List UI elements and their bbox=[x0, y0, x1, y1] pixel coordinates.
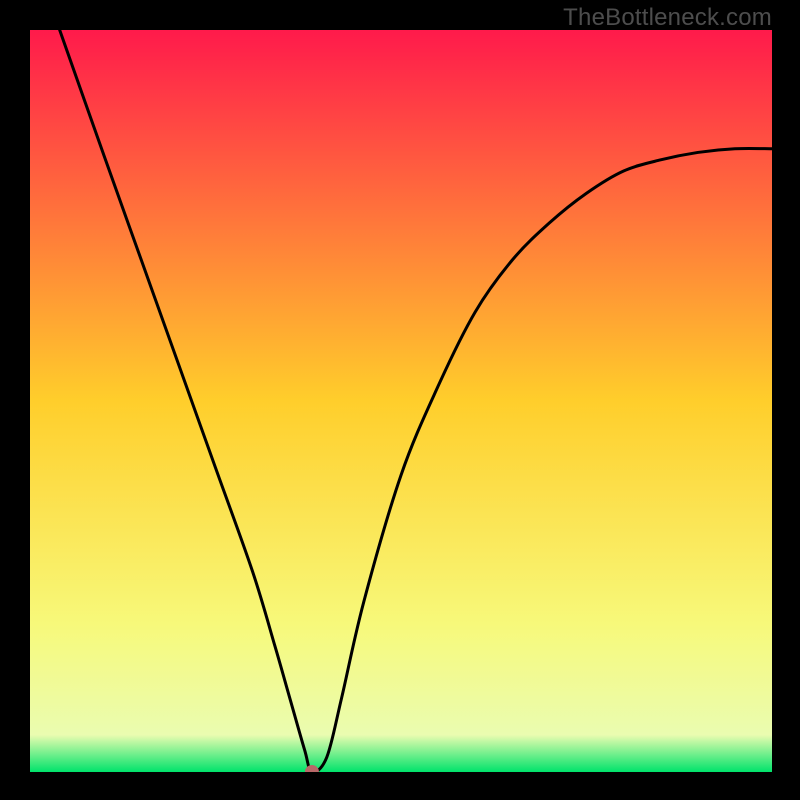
watermark-text: TheBottleneck.com bbox=[563, 4, 772, 32]
chart-frame: TheBottleneck.com bbox=[0, 0, 800, 800]
bottleneck-chart bbox=[30, 30, 772, 772]
chart-background bbox=[30, 30, 772, 772]
